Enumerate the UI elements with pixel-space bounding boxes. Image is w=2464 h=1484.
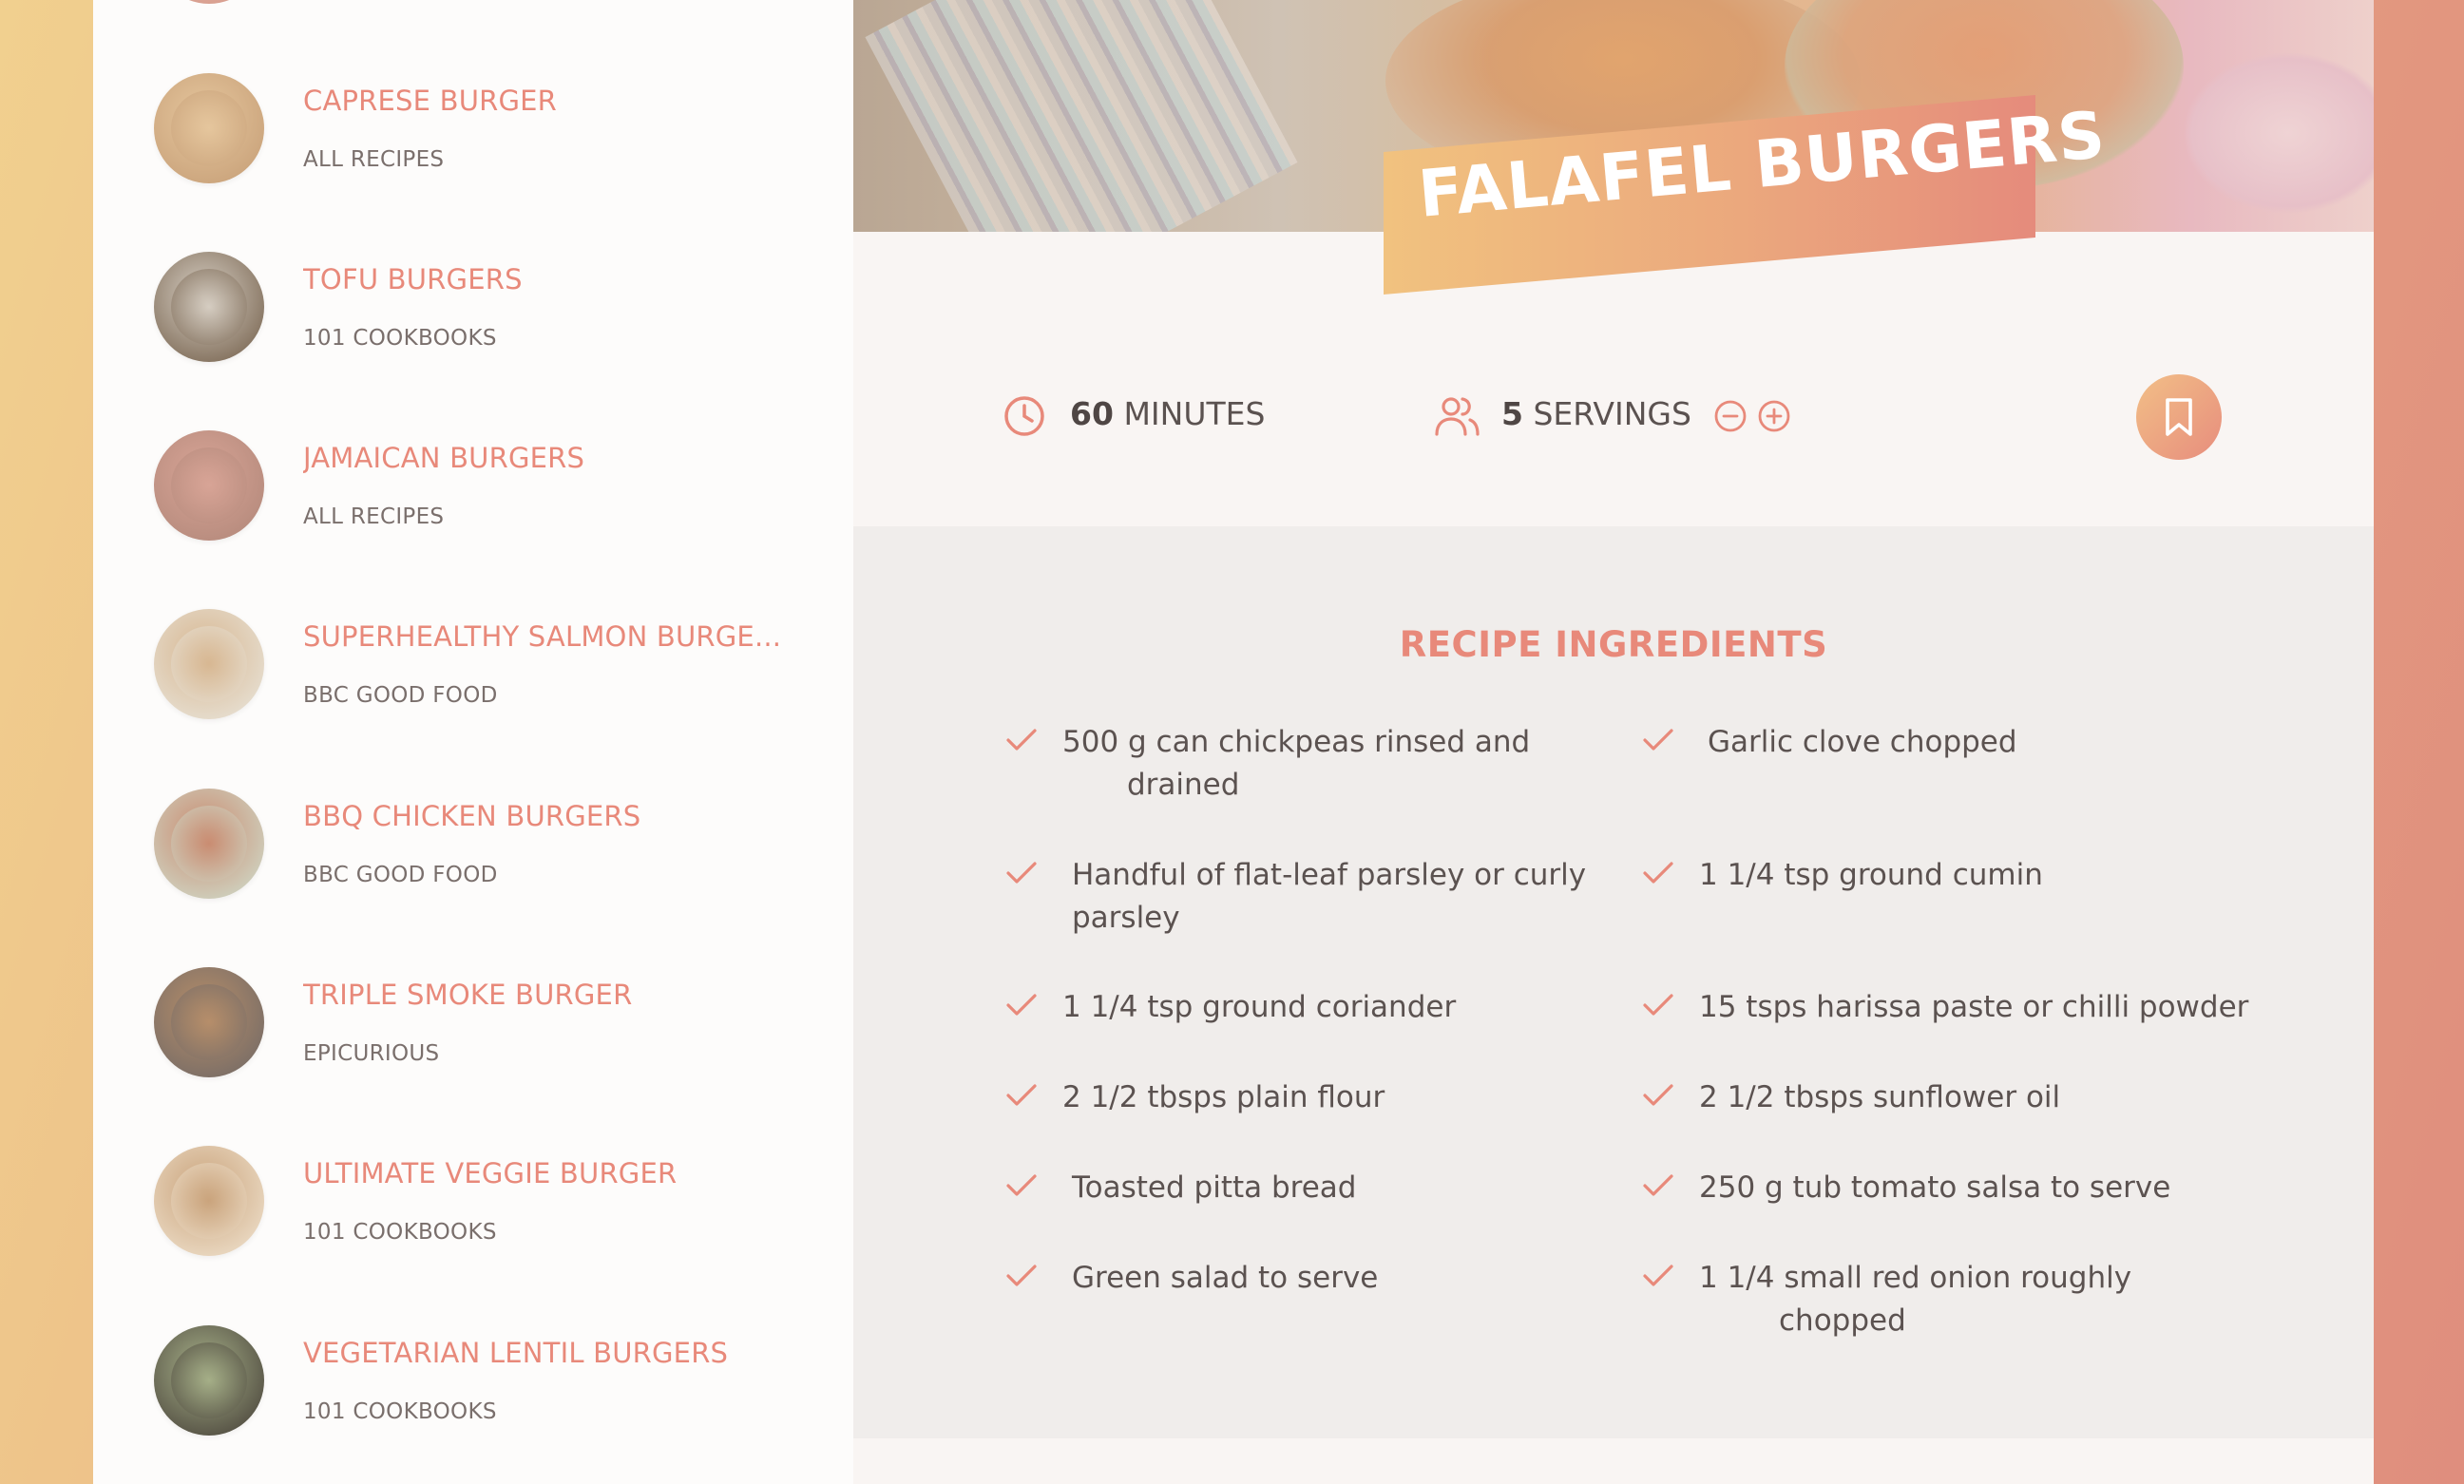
time-value: 60	[1070, 395, 1114, 432]
cooking-time: 60 MINUTES	[1070, 395, 1265, 432]
result-title: CAPRESE BURGER	[303, 85, 558, 117]
result-title: JAMAICAN BURGERS	[303, 442, 585, 474]
result-item[interactable]: JAMAICAN BURGERS ALL RECIPES	[93, 430, 853, 609]
result-publisher: ALL RECIPES	[303, 504, 445, 529]
ingredients-section: RECIPE INGREDIENTS 500 g can chickpeas r…	[853, 526, 2374, 1438]
decrease-servings-button[interactable]	[1714, 400, 1747, 432]
users-icon	[1435, 397, 1480, 436]
servings-unit: SERVINGS	[1533, 395, 1691, 432]
servings-value: 5	[1501, 395, 1523, 432]
recipe-footer-strip	[853, 1438, 2374, 1484]
ingredients-heading: RECIPE INGREDIENTS	[1399, 624, 1828, 665]
partial-result-thumbnail	[154, 0, 264, 4]
increase-servings-button[interactable]	[1758, 400, 1790, 432]
result-thumbnail	[154, 1325, 264, 1436]
servings: 5 SERVINGS	[1501, 395, 1691, 432]
recipe-panel: FALAFEL BURGERS 60 MINUTES 5 SERVINGS RE…	[853, 0, 2374, 1484]
result-item[interactable]: BBQ CHICKEN BURGERS BBC GOOD FOOD	[93, 789, 853, 967]
ingredient-text: Handful of flat-leaf parsley or curly par…	[1072, 858, 1587, 935]
result-item[interactable]: TRIPLE SMOKE BURGER EPICURIOUS	[93, 967, 853, 1146]
result-item[interactable]: VEGETARIAN LENTIL BURGERS 101 COOKBOOKS	[93, 1325, 853, 1484]
bookmark-icon	[2166, 398, 2192, 436]
result-title: SUPERHEALTHY SALMON BURGE...	[303, 620, 782, 653]
result-publisher: BBC GOOD FOOD	[303, 863, 498, 887]
result-thumbnail	[154, 967, 264, 1077]
bookmark-button[interactable]	[2136, 374, 2222, 460]
result-title: ULTIMATE VEGGIE BURGER	[303, 1157, 678, 1189]
result-item[interactable]: SUPERHEALTHY SALMON BURGE... BBC GOOD FO…	[93, 609, 853, 788]
check-icon	[1006, 1265, 1037, 1286]
clock-icon	[1004, 396, 1044, 436]
check-icon	[1643, 729, 1673, 751]
result-title: TRIPLE SMOKE BURGER	[303, 979, 633, 1011]
ingredient-text: 1 1/4 tsp ground cumin	[1699, 858, 2043, 892]
result-title: BBQ CHICKEN BURGERS	[303, 800, 641, 832]
result-thumbnail	[154, 252, 264, 362]
check-icon	[1643, 994, 1673, 1016]
ingredient-text: Green salad to serve	[1072, 1261, 1379, 1295]
check-icon	[1643, 1174, 1673, 1196]
ingredient-text: Toasted pitta bread	[1072, 1170, 1357, 1205]
result-thumbnail	[154, 430, 264, 541]
ingredient-text: 1 1/4 tsp ground coriander	[1062, 990, 1457, 1024]
check-icon	[1643, 862, 1673, 884]
check-icon	[1006, 994, 1037, 1016]
result-item[interactable]: TOFU BURGERS 101 COOKBOOKS	[93, 252, 853, 430]
search-results-sidebar: CAPRESE BURGER ALL RECIPES TOFU BURGERS …	[93, 0, 853, 1484]
check-icon	[1643, 1265, 1673, 1286]
result-thumbnail	[154, 1146, 264, 1256]
ingredient-text: 250 g tub tomato salsa to serve	[1699, 1170, 2171, 1205]
time-unit: MINUTES	[1123, 395, 1266, 432]
check-icon	[1006, 729, 1037, 751]
ingredient-text: Garlic clove chopped	[1708, 725, 2017, 759]
result-publisher: 101 COOKBOOKS	[303, 326, 497, 351]
result-publisher: EPICURIOUS	[303, 1041, 440, 1066]
result-item[interactable]: CAPRESE BURGER ALL RECIPES	[93, 73, 853, 252]
result-publisher: ALL RECIPES	[303, 147, 445, 172]
ingredient-text: 500 g can chickpeas rinsed and drained	[1062, 725, 1531, 802]
result-publisher: 101 COOKBOOKS	[303, 1399, 497, 1424]
result-title: TOFU BURGERS	[303, 263, 523, 295]
app-window: CAPRESE BURGER ALL RECIPES TOFU BURGERS …	[93, 0, 2374, 1484]
result-item[interactable]: ULTIMATE VEGGIE BURGER 101 COOKBOOKS	[93, 1146, 853, 1324]
check-icon	[1006, 1084, 1037, 1106]
check-icon	[1006, 1174, 1037, 1196]
result-thumbnail	[154, 789, 264, 899]
ingredient-text: 2 1/2 tbsps sunflower oil	[1699, 1080, 2061, 1114]
result-publisher: 101 COOKBOOKS	[303, 1220, 497, 1245]
result-thumbnail	[154, 609, 264, 719]
check-icon	[1643, 1084, 1673, 1106]
check-icon	[1006, 862, 1037, 884]
ingredient-text: 15 tsps harissa paste or chilli powder	[1699, 990, 2249, 1024]
recipe-details-bar: 60 MINUTES 5 SERVINGS	[853, 232, 2374, 526]
result-thumbnail	[154, 73, 264, 183]
ingredient-text: 2 1/2 tbsps plain flour	[1062, 1080, 1385, 1114]
ingredient-text: 1 1/4 small red onion roughly chopped	[1699, 1261, 2132, 1338]
result-publisher: BBC GOOD FOOD	[303, 683, 498, 708]
result-title: VEGETARIAN LENTIL BURGERS	[303, 1337, 729, 1369]
